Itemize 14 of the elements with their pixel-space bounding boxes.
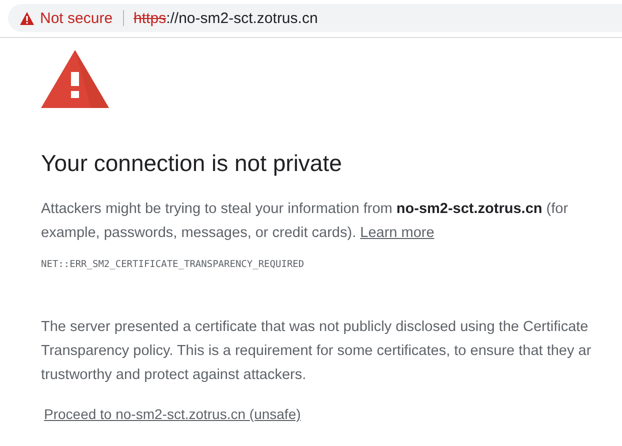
warning-icon bbox=[20, 12, 34, 24]
error-code: NET::ERR_SM2_CERTIFICATE_TRANSPARENCY_REQUIRED bbox=[41, 259, 306, 270]
address-bar[interactable]: Not secure https://no-sm2-sct.zotrus.cn bbox=[8, 4, 622, 32]
details-text: Transparency policy. This is a requirement for some certificates, to ensure that they ar bbox=[41, 342, 592, 361]
page-heading: Your connection is not private bbox=[41, 150, 343, 177]
security-label: Not secure bbox=[40, 10, 113, 26]
proceed-link[interactable]: Proceed to no-sm2-sct.zotrus.cn (unsafe) bbox=[44, 406, 301, 422]
warning-icon bbox=[41, 50, 109, 108]
warning-message: Attackers might be trying to steal your information from no-sm2-sct.zotrus.cn (for example, passwords, messages, or credit cards). Learn more bbox=[41, 200, 570, 243]
url-text: ://no-sm2-sct.zotrus.cn bbox=[166, 10, 318, 26]
learn-more-link[interactable]: Learn more bbox=[360, 225, 434, 241]
details-text: The server presented a certificate that was not publicly disclosed using the Certificate bbox=[41, 318, 590, 337]
details-text: trustworthy and protect against attackers. bbox=[41, 366, 308, 385]
url-scheme: https bbox=[134, 10, 166, 26]
